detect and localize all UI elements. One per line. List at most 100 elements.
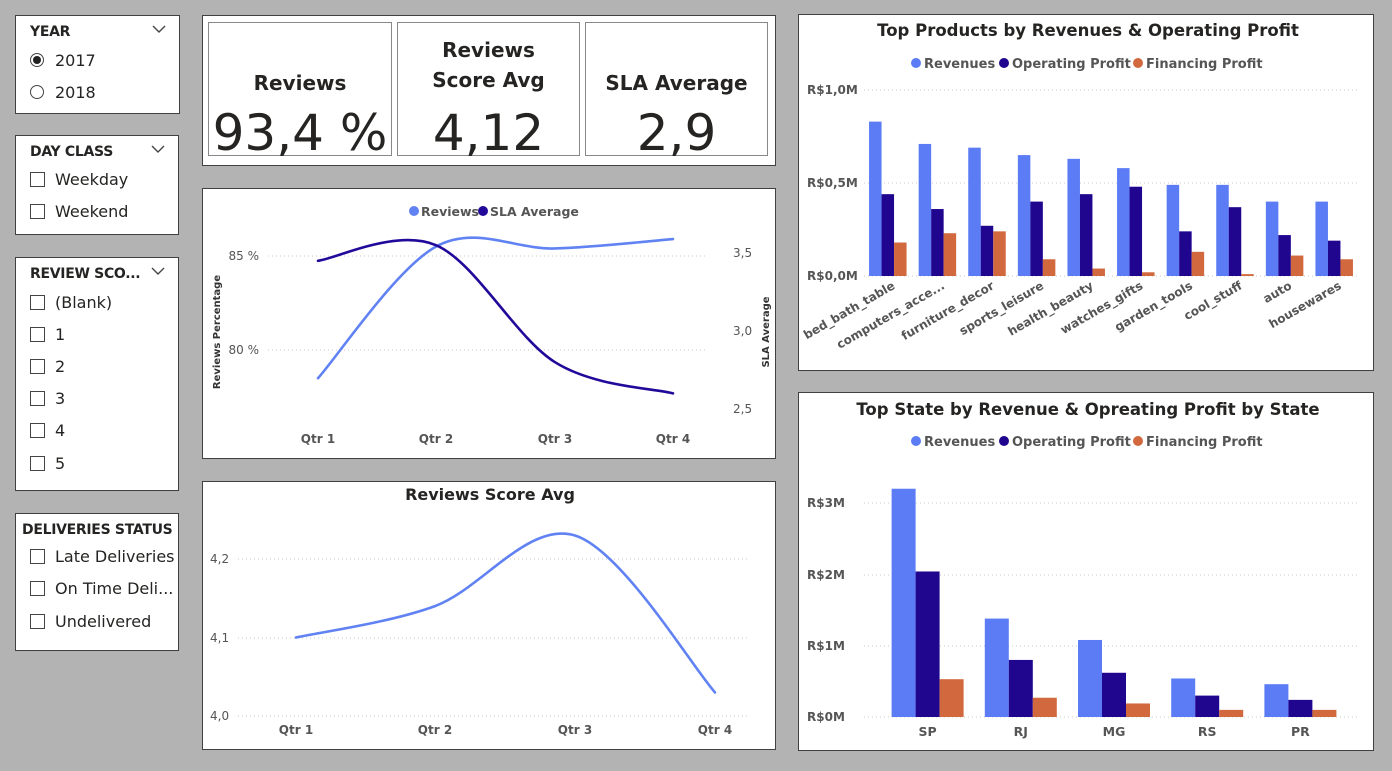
bar-revenues[interactable] [1117, 168, 1130, 276]
checkbox[interactable] [30, 548, 45, 564]
bar-operating-profit[interactable] [931, 209, 944, 276]
kpi-card-reviews-score-avg[interactable]: Reviews Score Avg 4,12 [397, 22, 580, 161]
kpi-card-sla-average[interactable]: SLA Average 2,9 [585, 22, 768, 161]
checkbox[interactable] [30, 580, 45, 596]
chevron-down-icon[interactable] [150, 142, 166, 156]
bar-financing-profit[interactable] [943, 233, 957, 276]
legend-label: Operating Profit [1012, 57, 1131, 72]
bar-revenues[interactable] [984, 618, 1009, 717]
year-option-2017[interactable]: 2017 [30, 49, 96, 71]
bar-revenues[interactable] [1264, 684, 1289, 717]
bar-financing-profit[interactable] [1142, 272, 1155, 276]
bar-operating-profit[interactable] [1288, 699, 1313, 717]
bar-revenues[interactable] [1017, 155, 1031, 276]
bar-revenues[interactable] [869, 121, 882, 277]
bar-revenues[interactable] [1067, 158, 1080, 276]
reviews-sla-line-chart[interactable]: Reviews SLA Average 85 % 80 % 3,5 3,0 2,… [203, 189, 775, 458]
checkbox[interactable] [30, 455, 45, 471]
bar-operating-profit[interactable] [1327, 240, 1341, 276]
bar-operating-profit[interactable] [915, 571, 940, 717]
bar-financing-profit[interactable] [1126, 703, 1150, 717]
bar-operating-profit[interactable] [1030, 201, 1043, 276]
series-line-reviews-score-avg[interactable] [294, 532, 717, 694]
bar-financing-profit[interactable] [1290, 255, 1304, 276]
reviews-score-avg-chart[interactable]: Reviews Score Avg 4,2 4,1 4,0 Qtr 1 Qtr … [202, 481, 776, 750]
top-state-bar-chart[interactable]: Top State by Revenue & Opreating Profit … [799, 393, 1373, 750]
bar-operating-profit[interactable] [1179, 231, 1192, 276]
checkbox[interactable] [30, 171, 45, 187]
reviews-sla-chart[interactable]: Reviews SLA Average 85 % 80 % 3,5 3,0 2,… [202, 188, 776, 459]
top-products-chart[interactable]: Top Products by Revenues & Operating Pro… [798, 14, 1374, 371]
bar-operating-profit[interactable] [1129, 186, 1143, 276]
bar-operating-profit[interactable] [1008, 659, 1033, 717]
radio-icon[interactable] [30, 85, 44, 99]
reviews-score-line-chart[interactable]: Reviews Score Avg 4,2 4,1 4,0 Qtr 1 Qtr … [203, 482, 775, 749]
series-line-sla-average[interactable] [316, 238, 675, 395]
chevron-down-icon[interactable] [150, 264, 166, 278]
review-score-option-blank[interactable]: (Blank) [30, 291, 112, 313]
bar-revenues[interactable] [968, 147, 981, 276]
x-tick-label: Qtr 4 [698, 723, 732, 737]
day-class-option-weekday[interactable]: Weekday [30, 168, 128, 190]
y-tick-label: 4,2 [210, 552, 229, 566]
bar-revenues[interactable] [918, 143, 932, 276]
bar-financing-profit[interactable] [1340, 259, 1353, 276]
bar-financing-profit[interactable] [993, 231, 1006, 276]
checkbox[interactable] [30, 326, 45, 342]
bar-revenues[interactable] [1216, 184, 1229, 276]
bar-revenues[interactable] [1265, 201, 1279, 276]
bar-financing-profit[interactable] [1042, 259, 1056, 276]
bar-operating-profit[interactable] [1278, 235, 1291, 276]
year-option-2018[interactable]: 2018 [30, 81, 96, 103]
chevron-down-icon[interactable] [151, 22, 167, 36]
deliveries-option-undelivered[interactable]: Undelivered [30, 610, 151, 632]
bar-revenues[interactable] [1315, 201, 1328, 276]
kpi-card-reviews[interactable]: Reviews 93,4 % [208, 22, 392, 161]
checkbox[interactable] [30, 422, 45, 438]
top-state-chart[interactable]: Top State by Revenue & Opreating Profit … [798, 392, 1374, 751]
review-score-slicer: REVIEW SCO... (Blank) 1 2 3 4 5 [15, 257, 179, 491]
bar-financing-profit[interactable] [894, 242, 907, 276]
bar-financing-profit[interactable] [939, 679, 964, 717]
day-class-option-weekend[interactable]: Weekend [30, 200, 128, 222]
checkbox[interactable] [30, 613, 45, 629]
checkbox[interactable] [30, 203, 45, 219]
review-score-option-5[interactable]: 5 [30, 452, 65, 474]
bar-revenues[interactable] [1171, 678, 1196, 717]
x-tick-label: sports_leisure [957, 278, 1047, 338]
deliveries-option-on-time[interactable]: On Time Deli... [30, 577, 173, 599]
bar-financing-profit[interactable] [1241, 274, 1254, 276]
checkbox[interactable] [30, 390, 45, 406]
x-tick-label: Qtr 1 [301, 432, 335, 446]
series-line-reviews[interactable] [316, 236, 675, 380]
review-score-option-4[interactable]: 4 [30, 419, 65, 441]
bar-financing-profit[interactable] [1219, 709, 1244, 717]
chart-title: Top Products by Revenues & Operating Pro… [877, 21, 1299, 40]
bar-financing-profit[interactable] [1191, 251, 1205, 276]
chart-legend: Revenues Operating Profit Financing Prof… [911, 435, 1263, 450]
review-score-option-3[interactable]: 3 [30, 387, 65, 409]
checkbox[interactable] [30, 294, 45, 310]
bar-operating-profit[interactable] [1102, 672, 1126, 717]
bar-financing-profit[interactable] [1032, 697, 1057, 717]
bar-revenues[interactable] [1078, 639, 1102, 717]
review-score-option-1[interactable]: 1 [30, 323, 65, 345]
bar-financing-profit[interactable] [1092, 268, 1105, 276]
legend-label-sla: SLA Average [490, 204, 579, 219]
checkbox[interactable] [30, 358, 45, 374]
radio-selected-icon[interactable] [30, 53, 44, 67]
deliveries-status-slicer: DELIVERIES STATUS Late Deliveries On Tim… [15, 513, 179, 651]
bar-revenues[interactable] [891, 488, 916, 717]
bar-operating-profit[interactable] [1079, 194, 1093, 276]
bar-operating-profit[interactable] [980, 225, 994, 276]
legend-marker-financing-profit [1133, 58, 1143, 68]
bar-revenues[interactable] [1166, 184, 1180, 276]
top-products-bar-chart[interactable]: Top Products by Revenues & Operating Pro… [799, 15, 1373, 370]
review-score-option-2[interactable]: 2 [30, 355, 65, 377]
y-tick-label: 4,0 [210, 709, 229, 723]
bar-operating-profit[interactable] [881, 194, 895, 276]
bar-operating-profit[interactable] [1228, 207, 1242, 276]
deliveries-option-late[interactable]: Late Deliveries [30, 545, 175, 567]
bar-financing-profit[interactable] [1312, 709, 1337, 717]
bar-operating-profit[interactable] [1195, 695, 1220, 717]
